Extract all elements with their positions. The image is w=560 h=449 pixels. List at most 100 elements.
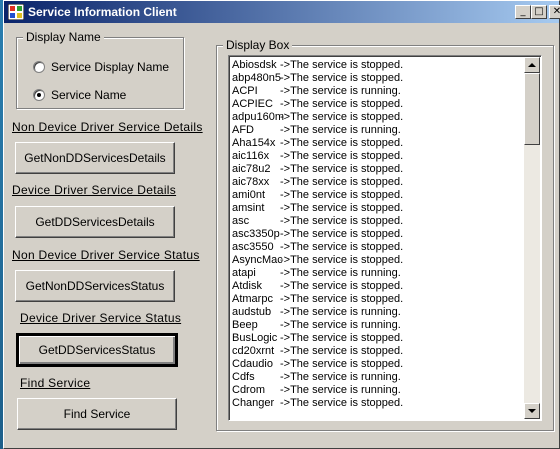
minimize-button[interactable]: _ [515,5,531,19]
display-box-group-title: Display Box [223,38,293,52]
scroll-thumb[interactable] [524,73,540,145]
service-status: ->The service is stopped. [280,59,404,71]
list-item[interactable]: asc ->The service is stopped. [232,215,522,228]
service-name: AsyncMac [232,254,283,266]
service-status: ->The service is running. [280,319,401,331]
arrow-down-icon [528,409,536,413]
app-icon [8,4,24,20]
list-item[interactable]: aic78u2 ->The service is stopped. [232,163,522,176]
get-non-dd-services-status-button[interactable]: GetNonDDServicesStatus [15,270,175,302]
service-status: ->The service is stopped. [280,163,404,175]
list-item[interactable]: Cdaudio ->The service is stopped. [232,358,522,371]
radio-button-display-name[interactable] [33,61,45,73]
service-name: Aha154x [232,137,276,149]
find-service-button[interactable]: Find Service [17,398,177,430]
service-name: asc3350p [232,228,280,240]
list-item[interactable]: atapi ->The service is running. [232,267,522,280]
service-status: ->The service is running. [280,306,401,318]
list-item[interactable]: Atdisk ->The service is stopped. [232,280,522,293]
main-window: Service Information Client _ □ ✕ Display… [3,0,560,449]
service-status: ->The service is stopped. [280,189,404,201]
service-status: ->The service is stopped. [280,202,404,214]
close-button[interactable]: ✕ [549,5,560,19]
list-item[interactable]: ACPIEC ->The service is stopped. [232,98,522,111]
service-name: asc [232,215,250,227]
list-item[interactable]: Aha154x ->The service is stopped. [232,137,522,150]
title-bar[interactable]: Service Information Client _ □ ✕ [4,1,560,23]
non-dd-status-label: Non Device Driver Service Status [12,248,200,262]
service-name: Atmarpc [232,293,273,305]
service-status: ->The service is stopped. [280,345,404,357]
service-status: ->The service is running. [280,384,401,396]
get-dd-services-status-button[interactable]: GetDDServicesStatus [16,333,178,367]
list-item[interactable]: aic78xx ->The service is stopped. [232,176,522,189]
list-item[interactable]: audstub ->The service is running. [232,306,522,319]
list-item[interactable]: adpu160m ->The service is stopped. [232,111,522,124]
radio-button-service-name[interactable] [33,89,45,101]
service-status: ->The service is stopped. [280,397,404,409]
list-item[interactable]: abp480n5 ->The service is stopped. [232,72,522,85]
vertical-scrollbar[interactable] [524,57,540,419]
list-item[interactable]: Beep ->The service is running. [232,319,522,332]
list-item[interactable]: aic116x ->The service is stopped. [232,150,522,163]
radio-label-service-name: Service Name [51,88,127,102]
get-non-dd-services-details-button[interactable]: GetNonDDServicesDetails [15,142,175,174]
list-item[interactable]: BusLogic ->The service is stopped. [232,332,522,345]
service-name: BusLogic [232,332,278,344]
service-status: ->The service is stopped. [280,358,404,370]
list-item[interactable]: Abiosdsk ->The service is stopped. [232,59,522,72]
radio-service-display-name[interactable]: Service Display Name [33,60,169,74]
service-name: ami0nt [232,189,266,201]
list-item[interactable]: ACPI ->The service is running. [232,85,522,98]
service-name: abp480n5 [232,72,281,84]
list-item[interactable]: Atmarpc ->The service is stopped. [232,293,522,306]
dd-status-label: Device Driver Service Status [20,311,182,325]
list-item[interactable]: Changer ->The service is stopped. [232,397,522,410]
service-name: Cdrom [232,384,266,396]
non-dd-details-label: Non Device Driver Service Details [12,120,203,134]
list-item[interactable]: Cdrom ->The service is running. [232,384,522,397]
display-name-group: Display Name Service Display Name Servic… [16,30,184,109]
service-status: ->The service is running. [280,124,401,136]
service-name: Beep [232,319,258,331]
service-status: ->The service is stopped. [280,176,404,188]
list-item[interactable]: asc3350p ->The service is stopped. [232,228,522,241]
service-name: adpu160m [232,111,284,123]
service-name: atapi [232,267,256,279]
arrow-up-icon [528,63,536,67]
service-status: ->The service is stopped. [280,228,404,240]
list-item[interactable]: ami0nt ->The service is stopped. [232,189,522,202]
list-item[interactable]: AFD ->The service is running. [232,124,522,137]
display-box-list[interactable]: Abiosdsk ->The service is stopped. abp480n… [228,55,542,421]
window-title: Service Information Client [28,5,177,19]
list-item[interactable]: asc3550 ->The service is stopped. [232,241,522,254]
list-item[interactable]: cd20xrnt ->The service is stopped. [232,345,522,358]
service-name: cd20xrnt [232,345,275,357]
maximize-button[interactable]: □ [531,5,547,19]
service-name: ACPIEC [232,98,273,110]
list-item[interactable]: AsyncMac ->The service is stopped. [232,254,522,267]
scroll-up-button[interactable] [524,57,540,73]
radio-service-name[interactable]: Service Name [33,88,126,102]
service-name: aic78xx [232,176,270,188]
service-name: Changer [232,397,275,409]
list-item[interactable]: Cdfs ->The service is running. [232,371,522,384]
list-item[interactable]: amsint ->The service is stopped. [232,202,522,215]
service-status: ->The service is stopped. [280,98,404,110]
service-status: ->The service is stopped. [280,72,404,84]
service-status: ->The service is running. [280,371,401,383]
scroll-down-button[interactable] [524,403,540,419]
service-name: Abiosdsk [232,59,277,71]
service-status: ->The service is stopped. [280,254,404,266]
service-status: ->The service is stopped. [280,111,404,123]
service-name: aic78u2 [232,163,271,175]
service-name: amsint [232,202,265,214]
service-name: AFD [232,124,254,136]
service-status: ->The service is running. [280,85,401,97]
service-status: ->The service is stopped. [280,280,404,292]
service-name: ACPI [232,85,258,97]
get-dd-services-details-button[interactable]: GetDDServicesDetails [15,206,175,238]
service-name: Cdaudio [232,358,273,370]
radio-label-display-name: Service Display Name [51,60,170,74]
service-name: audstub [232,306,272,318]
